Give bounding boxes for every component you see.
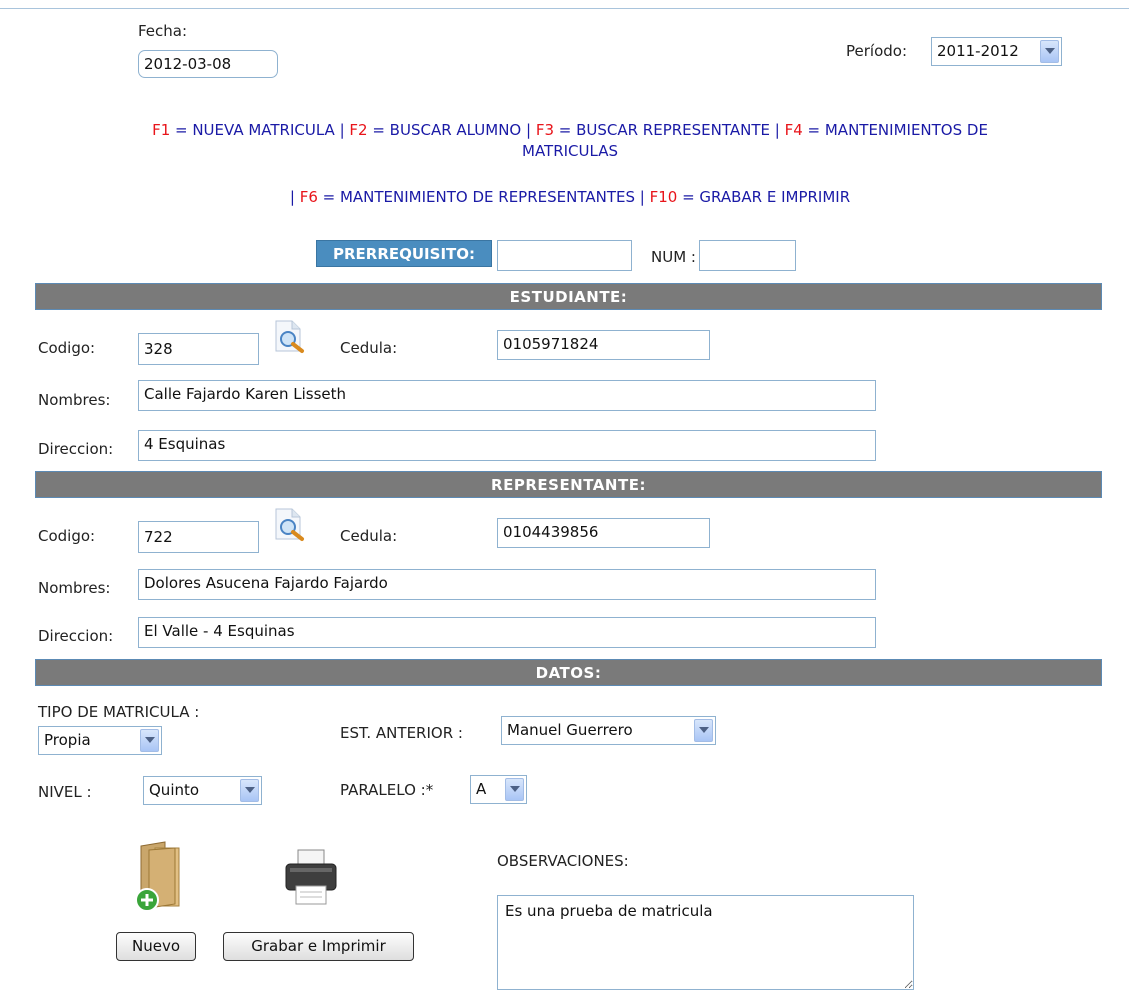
shortcut-f3-text: = BUSCAR REPRESENTANTE | (553, 121, 785, 139)
tipo-matricula-select[interactable]: Propia (38, 726, 162, 755)
paralelo-value: A (476, 780, 487, 798)
est-anterior-select[interactable]: Manuel Guerrero (501, 716, 716, 745)
nuevo-button[interactable]: Nuevo (116, 932, 196, 961)
prerequisito-input[interactable] (497, 240, 632, 271)
chevron-down-icon (694, 719, 713, 742)
shortcut-f1-text: = NUEVA MATRICULA | (170, 121, 350, 139)
representante-direccion-label: Direccion: (38, 627, 114, 645)
num-input[interactable] (699, 240, 796, 271)
shortcut-f1-key: F1 (152, 121, 171, 139)
printer-icon[interactable] (280, 848, 342, 906)
chevron-down-icon (505, 778, 524, 801)
shortcut-f3-key: F3 (535, 121, 554, 139)
representante-codigo-label: Codigo: (38, 527, 96, 545)
shortcut-line-2: | F6 = MANTENIMIENTO DE REPRESENTANTES |… (40, 188, 1100, 206)
top-divider (0, 8, 1129, 9)
representante-cedula-label: Cedula: (340, 527, 398, 545)
shortcut-f4-key: F4 (784, 121, 803, 139)
shortcut-f2-text: = BUSCAR ALUMNO | (367, 121, 536, 139)
periodo-value: 2011-2012 (937, 42, 1019, 60)
representante-nombres-label: Nombres: (38, 579, 111, 597)
representante-codigo-input[interactable]: 722 (138, 521, 259, 553)
representante-nombres-input[interactable]: Dolores Asucena Fajardo Fajardo (138, 569, 876, 600)
num-label: NUM : (651, 248, 696, 266)
search-representante-icon[interactable] (268, 506, 308, 542)
periodo-select[interactable]: 2011-2012 (931, 37, 1062, 66)
paralelo-label: PARALELO :* (340, 781, 434, 799)
paralelo-select[interactable]: A (470, 775, 527, 804)
section-representante: REPRESENTANTE: (35, 471, 1102, 498)
prerequisito-label: PRERREQUISITO: (316, 240, 492, 267)
estudiante-cedula-label: Cedula: (340, 339, 398, 357)
nivel-label: NIVEL : (38, 783, 92, 801)
shortcut-f6-text: = MANTENIMIENTO DE REPRESENTANTES | (317, 188, 650, 206)
representante-direccion-input[interactable]: El Valle - 4 Esquinas (138, 617, 876, 648)
nivel-value: Quinto (149, 781, 200, 799)
chevron-down-icon (1040, 40, 1059, 63)
shortcut-f10-text: = GRABAR E IMPRIMIR (677, 188, 851, 206)
estudiante-direccion-input[interactable]: 4 Esquinas (138, 430, 876, 461)
chevron-down-icon (140, 729, 159, 752)
nivel-select[interactable]: Quinto (143, 776, 262, 805)
new-folder-icon[interactable] (129, 840, 187, 914)
shortcut-f10-key: F10 (649, 188, 678, 206)
estudiante-codigo-input[interactable]: 328 (138, 333, 259, 365)
observaciones-label: OBSERVACIONES: (497, 852, 629, 870)
shortcut-f6-key: F6 (299, 188, 318, 206)
section-estudiante: ESTUDIANTE: (35, 283, 1102, 310)
estudiante-direccion-label: Direccion: (38, 440, 114, 458)
chevron-down-icon (240, 779, 259, 802)
shortcut-f4-text: = MANTENIMIENTOS DE (802, 121, 988, 139)
est-anterior-label: EST. ANTERIOR : (340, 724, 463, 742)
estudiante-nombres-label: Nombres: (38, 391, 111, 409)
fecha-label: Fecha: (138, 22, 188, 40)
shortcut-line-1-cont: MATRICULAS (522, 142, 618, 160)
est-anterior-value: Manuel Guerrero (507, 721, 633, 739)
section-datos: DATOS: (35, 659, 1102, 686)
estudiante-nombres-input[interactable]: Calle Fajardo Karen Lisseth (138, 380, 876, 411)
tipo-matricula-value: Propia (44, 731, 91, 749)
shortcut-line-1: F1 = NUEVA MATRICULA | F2 = BUSCAR ALUMN… (40, 121, 1100, 139)
estudiante-cedula-input[interactable]: 0105971824 (497, 330, 710, 360)
search-estudiante-icon[interactable] (268, 318, 308, 354)
tipo-matricula-label: TIPO DE MATRICULA : (38, 703, 200, 721)
estudiante-codigo-label: Codigo: (38, 339, 96, 357)
periodo-label: Período: (846, 42, 908, 60)
fecha-input[interactable]: 2012-03-08 (138, 50, 278, 78)
representante-cedula-input[interactable]: 0104439856 (497, 518, 710, 548)
grabar-imprimir-button[interactable]: Grabar e Imprimir (223, 932, 414, 961)
shortcut-f2-key: F2 (349, 121, 368, 139)
shortcut-separator: | (289, 188, 300, 206)
